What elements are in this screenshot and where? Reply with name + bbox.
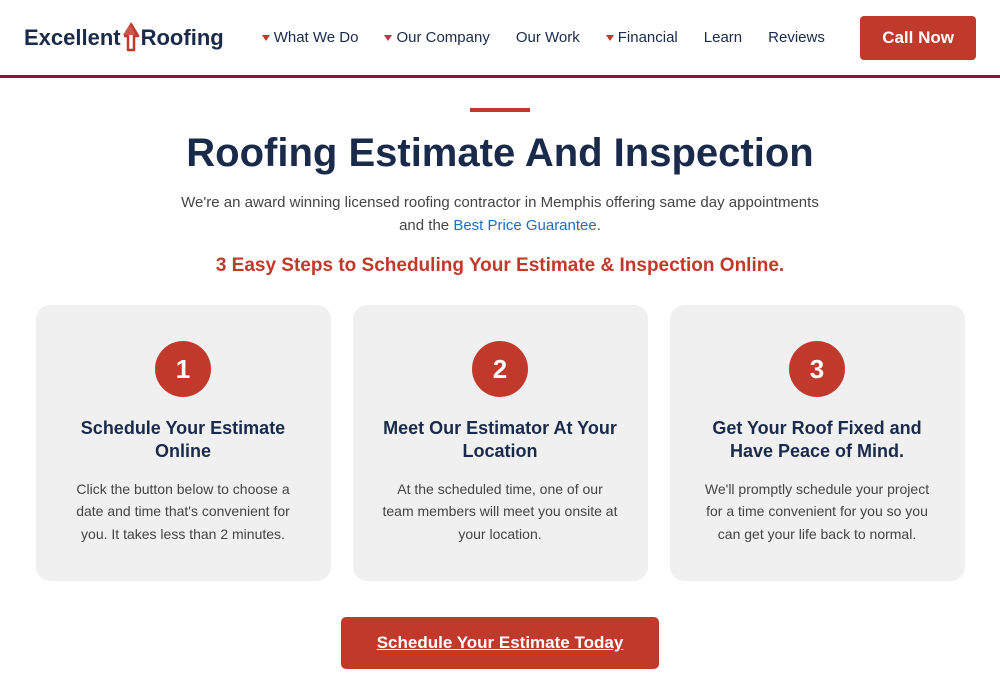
step-circle-2: 2 bbox=[472, 341, 528, 397]
logo-text-part2: Roofing bbox=[141, 25, 224, 51]
step-2-title: Meet Our Estimator At Your Location bbox=[381, 417, 620, 464]
nav-item-our-company[interactable]: Our Company bbox=[374, 23, 499, 52]
step-2-description: At the scheduled time, one of our team m… bbox=[381, 478, 620, 545]
step-1-description: Click the button below to choose a date … bbox=[64, 478, 303, 545]
step-card-2: 2 Meet Our Estimator At Your Location At… bbox=[353, 305, 648, 581]
step-3-description: We'll promptly schedule your project for… bbox=[698, 478, 937, 545]
nav-item-reviews[interactable]: Reviews bbox=[758, 23, 835, 52]
step-1-title: Schedule Your Estimate Online bbox=[64, 417, 303, 464]
nav-label-what-we-do: What We Do bbox=[274, 29, 359, 46]
subtitle-text: We're an award winning licensed roofing … bbox=[170, 192, 830, 237]
step-circle-3: 3 bbox=[789, 341, 845, 397]
nav-item-learn[interactable]: Learn bbox=[694, 23, 752, 52]
nav-label-our-work: Our Work bbox=[516, 29, 580, 46]
hero-underline-decoration bbox=[470, 108, 530, 112]
site-logo[interactable]: Excellent Roofing bbox=[24, 22, 224, 54]
call-now-button[interactable]: Call Now bbox=[860, 16, 976, 60]
page-title: Roofing Estimate And Inspection bbox=[20, 130, 980, 176]
subtitle-end: . bbox=[597, 217, 601, 234]
chevron-down-icon bbox=[384, 35, 392, 41]
nav-label-our-company: Our Company bbox=[396, 29, 489, 46]
navbar: Excellent Roofing What We Do Our Company… bbox=[0, 0, 1000, 78]
steps-cards-row: 1 Schedule Your Estimate Online Click th… bbox=[20, 305, 980, 581]
nav-label-reviews: Reviews bbox=[768, 29, 825, 46]
schedule-estimate-button[interactable]: Schedule Your Estimate Today bbox=[341, 617, 660, 669]
step-card-3: 3 Get Your Roof Fixed and Have Peace of … bbox=[670, 305, 965, 581]
nav-label-learn: Learn bbox=[704, 29, 742, 46]
chevron-down-icon bbox=[606, 35, 614, 41]
logo-text-part1: Excellent bbox=[24, 25, 121, 51]
step-card-1: 1 Schedule Your Estimate Online Click th… bbox=[36, 305, 331, 581]
nav-item-financial[interactable]: Financial bbox=[596, 23, 688, 52]
nav-item-what-we-do[interactable]: What We Do bbox=[252, 23, 369, 52]
step-circle-1: 1 bbox=[155, 341, 211, 397]
nav-item-our-work[interactable]: Our Work bbox=[506, 23, 590, 52]
main-content: Roofing Estimate And Inspection We're an… bbox=[0, 78, 1000, 699]
nav-label-financial: Financial bbox=[618, 29, 678, 46]
steps-heading: 3 Easy Steps to Scheduling Your Estimate… bbox=[20, 255, 980, 277]
chevron-down-icon bbox=[262, 35, 270, 41]
best-price-guarantee-link[interactable]: Best Price Guarantee bbox=[453, 217, 596, 234]
logo-icon bbox=[122, 22, 140, 54]
nav-links: What We Do Our Company Our Work Financia… bbox=[252, 23, 861, 52]
step-3-title: Get Your Roof Fixed and Have Peace of Mi… bbox=[698, 417, 937, 464]
